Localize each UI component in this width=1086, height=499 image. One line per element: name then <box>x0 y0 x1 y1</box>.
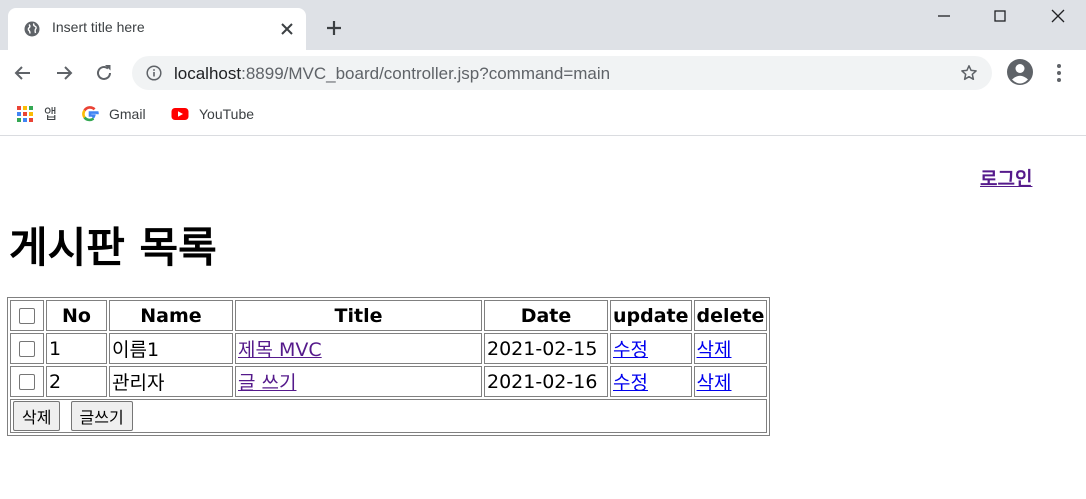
google-icon <box>82 106 99 122</box>
bookmark-gmail[interactable]: Gmail <box>81 104 146 124</box>
new-tab-icon[interactable] <box>324 18 344 38</box>
close-window-icon[interactable] <box>1048 6 1068 26</box>
table-header-row: No Name Title Date update delete <box>10 300 768 331</box>
write-post-button[interactable]: 글쓰기 <box>70 401 133 431</box>
post-title-link[interactable]: 글 쓰기 <box>238 372 296 394</box>
address-bar[interactable]: localhost:8899/MVC_board/controller.jsp?… <box>132 56 992 90</box>
row-checkbox[interactable] <box>19 374 35 390</box>
youtube-icon <box>171 108 189 120</box>
bookmark-apps[interactable]: 앱 <box>16 104 57 124</box>
actions-cell: 삭제 글쓰기 <box>10 399 768 433</box>
header-delete: delete <box>693 300 768 331</box>
cell-no: 1 <box>46 333 107 364</box>
table-row: 2 관리자 글 쓰기 2021-02-16 수정 삭제 <box>10 366 768 397</box>
bookmark-label: 앱 <box>44 106 57 122</box>
browser-toolbar: localhost:8899/MVC_board/controller.jsp?… <box>0 50 1086 96</box>
tab-title: Insert title here <box>52 19 145 35</box>
minimize-icon[interactable] <box>934 6 954 26</box>
row-select-cell <box>10 366 44 397</box>
header-date: Date <box>484 300 608 331</box>
more-menu-icon[interactable] <box>1050 62 1068 84</box>
info-icon[interactable] <box>146 65 162 81</box>
table-row: 1 이름1 제목 MVC 2021-02-15 수정 삭제 <box>10 333 768 364</box>
cell-delete: 삭제 <box>693 333 768 364</box>
apps-grid-icon <box>17 106 33 122</box>
delete-link[interactable]: 삭제 <box>697 372 732 394</box>
cell-update: 수정 <box>610 366 692 397</box>
cell-update: 수정 <box>610 333 692 364</box>
cell-name: 관리자 <box>109 366 233 397</box>
post-title-link[interactable]: 제목 MVC <box>238 339 322 361</box>
bookmarks-bar: 앱 Gmail YouTube <box>0 96 1086 136</box>
cell-title: 제목 MVC <box>235 333 482 364</box>
select-all-header <box>10 300 44 331</box>
forward-arrow-icon[interactable] <box>53 62 75 84</box>
table-actions-row: 삭제 글쓰기 <box>10 399 768 433</box>
board-table: No Name Title Date update delete 1 이름1 제… <box>7 297 771 436</box>
bookmark-label: Gmail <box>109 106 146 122</box>
url-path: :8899/MVC_board/controller.jsp?command=m… <box>241 64 611 83</box>
cell-no: 2 <box>46 366 107 397</box>
bookmark-youtube[interactable]: YouTube <box>171 104 254 124</box>
header-no: No <box>46 300 107 331</box>
bookmark-label: YouTube <box>199 106 255 122</box>
maximize-icon[interactable] <box>990 6 1010 26</box>
reload-icon[interactable] <box>93 62 115 84</box>
page-title: 게시판 목록 <box>9 223 217 272</box>
cell-date: 2021-02-16 <box>484 366 608 397</box>
row-select-cell <box>10 333 44 364</box>
cell-date: 2021-02-15 <box>484 333 608 364</box>
browser-tab[interactable]: Insert title here <box>8 8 306 50</box>
bookmark-star-icon[interactable] <box>960 64 978 82</box>
select-all-checkbox[interactable] <box>19 308 35 324</box>
header-title: Title <box>235 300 482 331</box>
header-name: Name <box>109 300 233 331</box>
profile-avatar-icon[interactable] <box>1006 58 1034 86</box>
row-checkbox[interactable] <box>19 341 35 357</box>
tab-strip: Insert title here <box>0 0 1086 50</box>
url-text[interactable]: localhost:8899/MVC_board/controller.jsp?… <box>174 64 610 84</box>
cell-name: 이름1 <box>109 333 233 364</box>
url-host: localhost <box>174 64 242 83</box>
update-link[interactable]: 수정 <box>613 372 648 394</box>
cell-delete: 삭제 <box>693 366 768 397</box>
header-update: update <box>610 300 692 331</box>
back-arrow-icon[interactable] <box>12 62 34 84</box>
delete-link[interactable]: 삭제 <box>697 339 732 361</box>
update-link[interactable]: 수정 <box>613 339 648 361</box>
globe-icon <box>24 21 40 37</box>
close-tab-icon[interactable] <box>278 20 296 38</box>
delete-selected-button[interactable]: 삭제 <box>13 401 61 431</box>
cell-title: 글 쓰기 <box>235 366 482 397</box>
login-link[interactable]: 로그인 <box>980 164 1032 191</box>
